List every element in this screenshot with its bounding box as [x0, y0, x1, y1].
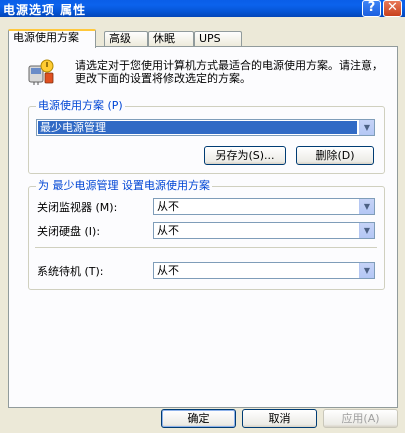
ok-button[interactable]: 确定: [161, 409, 236, 428]
tab-ups[interactable]: UPS: [194, 31, 242, 47]
save-as-button[interactable]: 另存为(S)...: [204, 146, 286, 165]
monitor-off-value: 从不: [157, 200, 179, 213]
settings-divider: [35, 247, 377, 248]
scheme-group-label: 电源使用方案 (P): [36, 99, 125, 112]
chevron-down-icon[interactable]: ▼: [359, 223, 374, 238]
monitor-off-select[interactable]: 从不 ▼: [153, 198, 375, 215]
settings-group-label: 为 最少电源管理 设置电源使用方案: [36, 179, 212, 192]
tab-hibernate[interactable]: 休眠: [148, 31, 194, 47]
chevron-down-icon[interactable]: ▼: [359, 263, 374, 278]
close-button[interactable]: ✕: [383, 0, 402, 17]
tab-advanced[interactable]: 高级: [104, 31, 148, 47]
chevron-down-icon[interactable]: ▼: [359, 120, 374, 135]
delete-button[interactable]: 删除(D): [296, 146, 374, 165]
harddisk-off-label: 关闭硬盘 (I):: [37, 225, 101, 238]
scheme-select-value: 最少电源管理: [38, 121, 357, 134]
chevron-down-icon[interactable]: ▼: [359, 199, 374, 214]
harddisk-off-value: 从不: [157, 224, 179, 237]
monitor-off-label: 关闭监视器 (M):: [37, 201, 118, 214]
standby-label: 系统待机 (T):: [37, 265, 104, 278]
title-bar[interactable]: 电源选项 属性 ? ✕: [0, 0, 405, 17]
tab-power-schemes[interactable]: 电源使用方案: [8, 29, 96, 48]
help-button[interactable]: ?: [362, 0, 381, 17]
standby-select[interactable]: 从不 ▼: [153, 262, 375, 279]
power-scheme-icon: [28, 59, 54, 85]
standby-value: 从不: [157, 264, 179, 277]
harddisk-off-select[interactable]: 从不 ▼: [153, 222, 375, 239]
scheme-select[interactable]: 最少电源管理 ▼: [36, 119, 375, 136]
scheme-description: 请选定对于您使用计算机方式最适合的电源使用方案。请注意，更改下面的设置将修改选定…: [75, 59, 383, 85]
power-options-window: 电源选项 属性 ? ✕ 电源使用方案 高级 休眠 UPS 请选定对于您使用计算机…: [0, 0, 405, 433]
apply-button[interactable]: 应用(A): [323, 409, 398, 428]
cancel-button[interactable]: 取消: [242, 409, 317, 428]
window-title: 电源选项 属性: [3, 3, 87, 17]
